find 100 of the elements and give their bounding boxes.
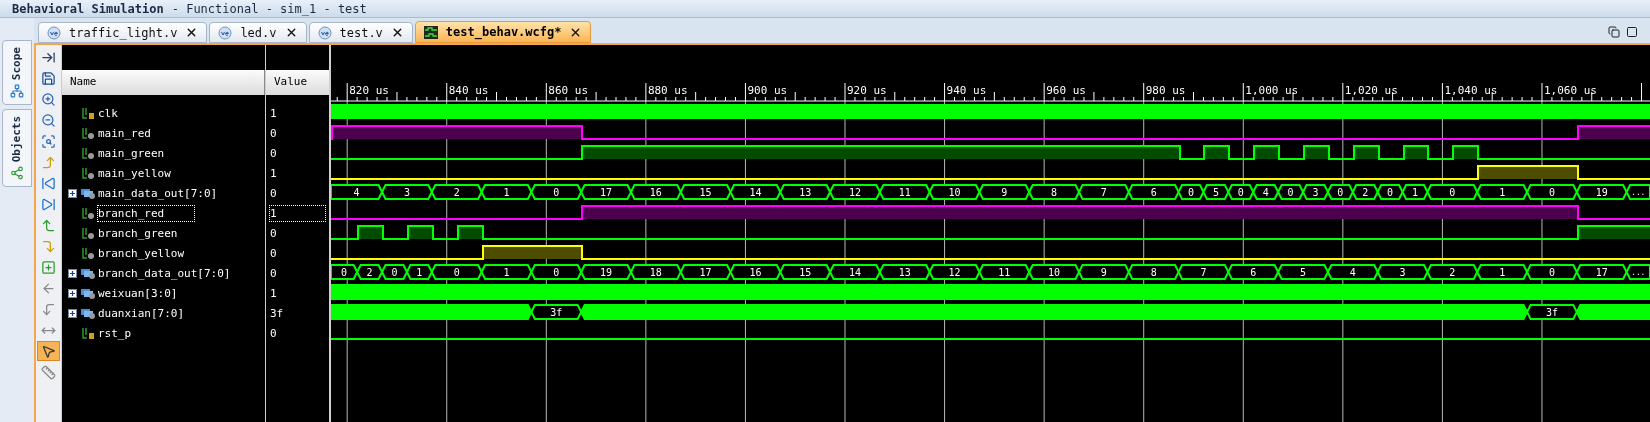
bus-segment (679, 264, 732, 280)
bus-value: 2 (1362, 186, 1369, 198)
signal-name[interactable]: duanxian[7:0] (97, 304, 216, 322)
hierarchy-icon (10, 84, 24, 99)
editor-tab[interactable]: traffic_light.v (38, 22, 208, 43)
bus-segment (430, 184, 483, 200)
step-arrow-icon (41, 154, 56, 170)
signal-value: 0 (269, 185, 278, 202)
signal-value: 0 (269, 125, 278, 142)
column-header[interactable]: Name (70, 74, 97, 91)
bus-value: 12 (848, 186, 861, 198)
editor-tab[interactable]: test.v (308, 22, 413, 43)
bus-value: 4 (1349, 266, 1356, 278)
expand-icon[interactable] (67, 188, 77, 198)
output-signal-icon (81, 246, 95, 260)
signal-value: 0 (269, 225, 278, 242)
bus-value: 10 (948, 186, 961, 198)
bus-segment (1277, 264, 1329, 280)
bus-value: 6 (1250, 266, 1257, 278)
signal-name[interactable]: branch_green (97, 224, 209, 242)
bus-value: 0 (553, 186, 560, 198)
signal-name[interactable]: weixuan[3:0] (97, 284, 209, 302)
signal-name[interactable]: branch_data_out[7:0] (97, 264, 262, 282)
plus-icon (41, 259, 56, 275)
bus-value: 16 (749, 266, 762, 278)
side-tab[interactable]: Scope (2, 40, 32, 106)
bus-value: 0 (1237, 186, 1244, 198)
time-label: 860 us (548, 84, 589, 97)
signal-name[interactable]: clk (97, 104, 149, 122)
bus-segment (580, 264, 633, 280)
bus-segment (1376, 184, 1404, 200)
input-signal-icon (81, 106, 95, 120)
bus-segment (1476, 184, 1529, 200)
bus-value: 0 (1387, 186, 1394, 198)
signal-value: 1 (269, 285, 278, 302)
editor-tab[interactable]: led.v (209, 22, 307, 43)
bus-segment (1202, 184, 1230, 200)
signal-value: 0 (269, 325, 278, 342)
bus-segment (1177, 264, 1230, 280)
zoom-in-icon (41, 91, 56, 107)
bus-segment (1326, 184, 1354, 200)
signal-name[interactable]: rst_p (97, 324, 163, 342)
bus-segment (828, 184, 881, 200)
bus-value: 10 (1048, 266, 1061, 278)
waveform-file-icon (423, 25, 438, 39)
output-signal-icon (81, 226, 95, 240)
bus-segment (530, 304, 583, 320)
bus-segment (1301, 184, 1329, 200)
bus-segment (629, 184, 682, 200)
bus-value: 3f (1545, 306, 1558, 318)
bus-segment (1525, 264, 1578, 280)
bus-value: 13 (898, 266, 911, 278)
bus-segment (1525, 184, 1578, 200)
bus-value: 9 (1100, 266, 1107, 278)
signal-value: 1 (269, 204, 326, 222)
output-signal-icon (81, 206, 95, 220)
file-icon (47, 25, 61, 40)
bus-segment (1376, 264, 1429, 280)
bus-segment (1351, 184, 1379, 200)
bus-icon (80, 187, 96, 199)
bus-segment (1077, 184, 1130, 200)
expand-icon[interactable] (67, 308, 77, 318)
signal-name[interactable]: main_data_out[7:0] (97, 184, 249, 202)
bus-value: 3 (1399, 266, 1406, 278)
time-label: 940 us (946, 84, 987, 97)
bus-segment (1426, 264, 1479, 280)
signal-value: 1 (269, 165, 278, 182)
signal-name[interactable]: branch_red (97, 204, 196, 222)
expand-icon[interactable] (67, 268, 77, 278)
bus-segment (828, 264, 881, 280)
file-icon (317, 25, 332, 40)
signal-name[interactable]: main_yellow (97, 164, 202, 182)
bus-value: 0 (1548, 186, 1555, 198)
bus-value: 14 (749, 186, 762, 198)
time-label: 960 us (1046, 84, 1086, 97)
time-label: 1,040 us (1444, 84, 1498, 97)
toolbar-button[interactable] (37, 341, 60, 361)
save-icon (41, 70, 56, 86)
time-label: 880 us (647, 84, 688, 97)
expand-icon[interactable] (67, 288, 77, 298)
bus-value: 14 (848, 266, 861, 278)
bus-value: 4 (1262, 186, 1269, 198)
bus-value: 13 (799, 186, 812, 198)
maximize-icon[interactable] (1626, 26, 1638, 38)
editor-tab[interactable]: test_behav.wcfg* (414, 21, 592, 43)
signal-name[interactable]: branch_yellow (97, 244, 216, 262)
file-icon (218, 25, 233, 40)
bus-value: 19 (1595, 186, 1608, 198)
bus-segment (878, 184, 931, 200)
side-tab[interactable]: Objects (2, 109, 32, 188)
output-signal-icon (81, 166, 95, 180)
bus-segment (729, 264, 782, 280)
input-signal-icon (81, 326, 95, 340)
step-arrow-icon (41, 217, 56, 233)
restore-icon[interactable] (1608, 26, 1620, 38)
bus-segment (978, 264, 1031, 280)
bus-value: 1 (1412, 186, 1419, 198)
signal-name[interactable]: main_red (97, 124, 182, 142)
signal-name[interactable]: main_green (97, 144, 196, 162)
bus-value: 0 (391, 266, 398, 278)
